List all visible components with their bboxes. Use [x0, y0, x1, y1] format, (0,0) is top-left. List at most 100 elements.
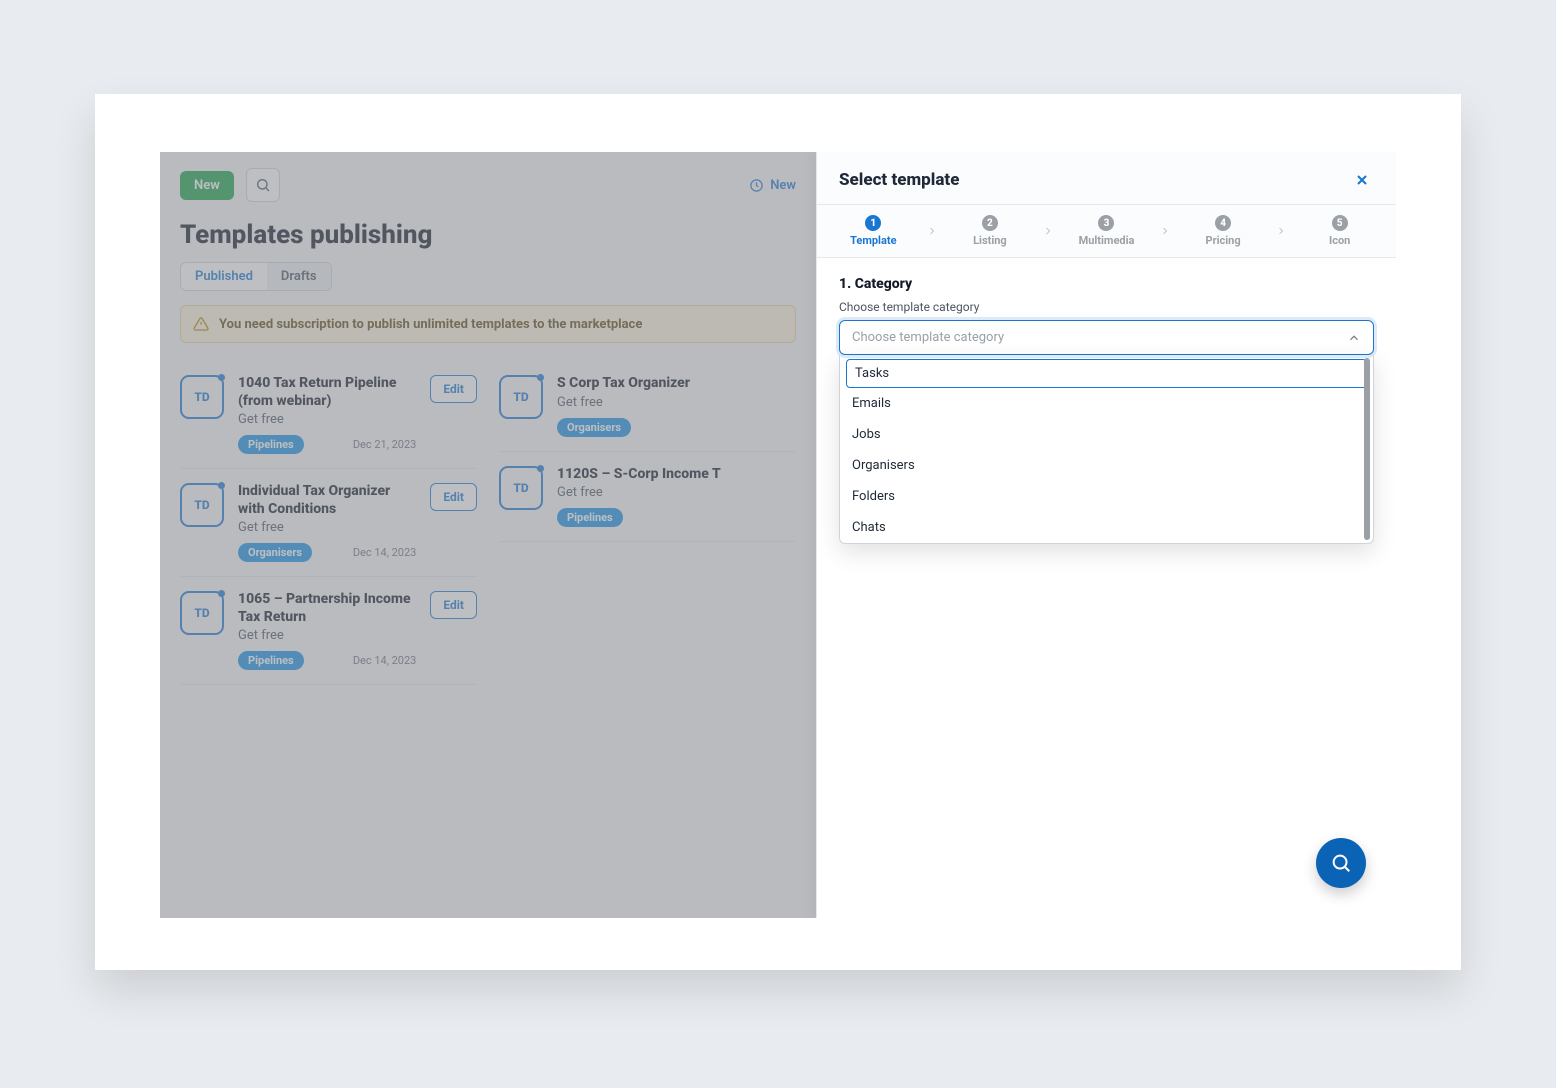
- template-logo: TD: [180, 375, 224, 419]
- panel-header: Select template: [817, 152, 1396, 205]
- step-multimedia[interactable]: 3 Multimedia: [1056, 215, 1157, 247]
- chevron-right-icon: [1040, 225, 1056, 237]
- template-meta: Pipelines Dec 14, 2023: [238, 651, 416, 670]
- search-button[interactable]: [246, 168, 280, 202]
- template-tag: Pipelines: [238, 435, 304, 454]
- chevron-right-icon: [924, 225, 940, 237]
- edit-button[interactable]: Edit: [430, 591, 477, 619]
- template-body: Individual Tax Organizer with Conditions…: [238, 483, 416, 562]
- template-row: TD Individual Tax Organizer with Conditio…: [180, 469, 477, 577]
- field-label: Choose template category: [839, 300, 1374, 314]
- search-icon: [1330, 852, 1352, 874]
- template-title: 1120S – S-Corp Income T: [557, 466, 796, 484]
- template-logo: TD: [180, 483, 224, 527]
- app-canvas: New New Templates publishing Published D…: [160, 152, 1396, 918]
- step-label: Pricing: [1206, 234, 1241, 247]
- template-date: Dec 14, 2023: [353, 546, 417, 559]
- subscription-alert: You need subscription to publish unlimit…: [180, 305, 796, 343]
- template-meta: Organisers: [557, 418, 796, 437]
- step-template[interactable]: 1 Template: [823, 215, 924, 247]
- topbar: New New: [180, 168, 796, 202]
- template-grid: TD 1040 Tax Return Pipeline (from webinar…: [180, 361, 796, 685]
- step-number: 4: [1215, 215, 1231, 231]
- recent-label: New: [770, 178, 796, 193]
- step-label: Template: [850, 234, 896, 247]
- category-select[interactable]: Choose template category: [839, 320, 1374, 355]
- new-button[interactable]: New: [180, 171, 234, 200]
- tab-drafts[interactable]: Drafts: [267, 263, 331, 290]
- step-label: Icon: [1329, 234, 1350, 247]
- panel-title: Select template: [839, 170, 959, 190]
- close-icon: [1354, 172, 1370, 188]
- template-meta: Pipelines Dec 21, 2023: [238, 435, 416, 454]
- template-subtitle: Get free: [238, 628, 416, 643]
- template-body: 1120S – S-Corp Income TGet free Pipelines: [557, 466, 796, 528]
- clock-icon: [749, 178, 764, 193]
- templates-page: New New Templates publishing Published D…: [160, 152, 816, 918]
- chevron-right-icon: [1157, 225, 1173, 237]
- template-body: S Corp Tax Organizer Get free Organisers: [557, 375, 796, 437]
- template-body: 1065 – Partnership Income Tax Return Get …: [238, 591, 416, 670]
- alert-text: You need subscription to publish unlimit…: [219, 317, 642, 332]
- step-label: Listing: [973, 234, 1007, 247]
- wizard-stepper: 1 Template 2 Listing 3 Multimedia 4 Pricing 5Ico…: [817, 205, 1396, 258]
- category-option[interactable]: Tasks: [846, 359, 1367, 388]
- chevron-up-icon: [1347, 331, 1361, 345]
- template-subtitle: Get free: [238, 520, 416, 535]
- template-title: 1040 Tax Return Pipeline (from webinar): [238, 375, 416, 410]
- template-subtitle: Get free: [238, 412, 416, 427]
- dropdown-scrollbar[interactable]: [1364, 358, 1370, 540]
- template-tag: Pipelines: [557, 508, 623, 527]
- page-title: Templates publishing: [180, 220, 796, 250]
- tabs: Published Drafts: [180, 262, 332, 291]
- template-subtitle: Get free: [557, 395, 796, 410]
- warning-icon: [193, 316, 209, 332]
- select-template-panel: Select template 1 Template 2 Listing 3 Multim…: [816, 152, 1396, 918]
- step-pricing[interactable]: 4 Pricing: [1173, 215, 1274, 247]
- category-dropdown: TasksEmailsJobsOrganisersFoldersChats: [839, 355, 1374, 544]
- step-number: 3: [1098, 215, 1114, 231]
- category-select-wrap: Choose template category TasksEmailsJobs…: [839, 320, 1374, 544]
- template-row: TD 1040 Tax Return Pipeline (from webinar…: [180, 361, 477, 469]
- category-option[interactable]: Chats: [840, 512, 1373, 543]
- recent-link[interactable]: New: [749, 178, 796, 193]
- search-icon: [255, 177, 271, 193]
- section-heading: 1. Category: [839, 276, 1374, 292]
- template-subtitle: Get free: [557, 485, 796, 500]
- template-tag: Organisers: [557, 418, 631, 437]
- step-number: 2: [982, 215, 998, 231]
- template-meta: Organisers Dec 14, 2023: [238, 543, 416, 562]
- template-row: TD 1120S – S-Corp Income TGet free Pipelin…: [499, 452, 796, 543]
- template-logo: TD: [499, 466, 543, 510]
- category-option[interactable]: Folders: [840, 481, 1373, 512]
- template-meta: Pipelines: [557, 508, 796, 527]
- template-logo: TD: [499, 375, 543, 419]
- close-button[interactable]: [1350, 168, 1374, 192]
- step-listing[interactable]: 2 Listing: [940, 215, 1041, 247]
- template-row: TD S Corp Tax Organizer Get free Organisers: [499, 361, 796, 452]
- template-title: 1065 – Partnership Income Tax Return: [238, 591, 416, 626]
- step-number: 1: [865, 215, 881, 231]
- template-date: Dec 21, 2023: [353, 438, 417, 451]
- template-tag: Pipelines: [238, 651, 304, 670]
- app-card: New New Templates publishing Published D…: [95, 94, 1461, 970]
- template-body: 1040 Tax Return Pipeline (from webinar) G…: [238, 375, 416, 454]
- category-option[interactable]: Organisers: [840, 450, 1373, 481]
- template-row: TD 1065 – Partnership Income Tax Return Ge…: [180, 577, 477, 685]
- category-option[interactable]: Emails: [840, 388, 1373, 419]
- panel-body: 1. Category Choose template category Cho…: [817, 258, 1396, 560]
- chevron-right-icon: [1273, 225, 1289, 237]
- edit-button[interactable]: Edit: [430, 375, 477, 403]
- step-label: Multimedia: [1079, 234, 1135, 247]
- help-fab[interactable]: [1316, 838, 1366, 888]
- tab-published[interactable]: Published: [181, 263, 267, 290]
- template-title: Individual Tax Organizer with Conditions: [238, 483, 416, 518]
- edit-button[interactable]: Edit: [430, 483, 477, 511]
- template-logo: TD: [180, 591, 224, 635]
- step-icon[interactable]: 5Icon: [1289, 215, 1390, 247]
- template-date: Dec 14, 2023: [353, 654, 417, 667]
- template-title: S Corp Tax Organizer: [557, 375, 796, 393]
- category-placeholder: Choose template category: [852, 330, 1004, 345]
- category-option[interactable]: Jobs: [840, 419, 1373, 450]
- template-tag: Organisers: [238, 543, 312, 562]
